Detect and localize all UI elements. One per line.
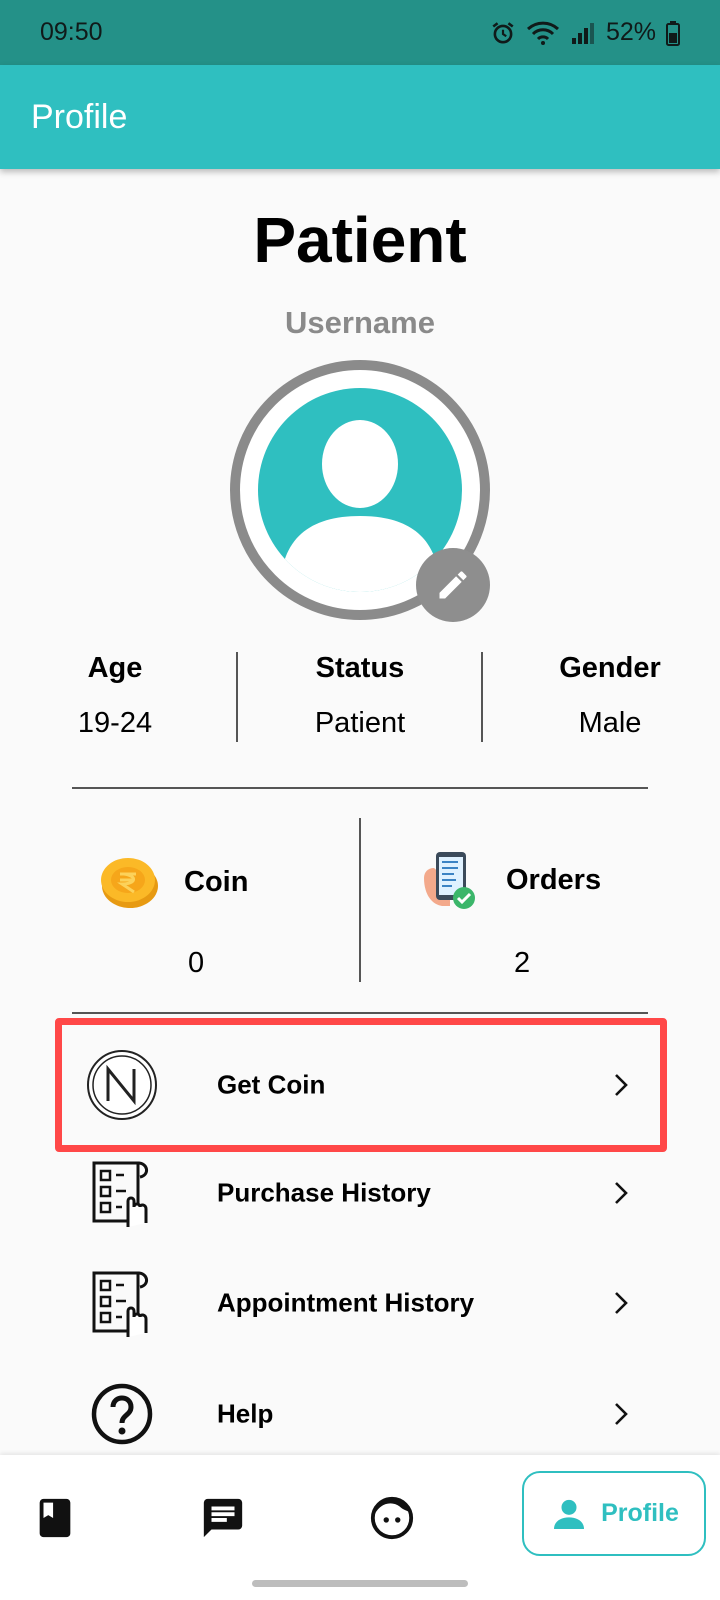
divider <box>72 1012 648 1014</box>
coin-icon <box>101 858 158 908</box>
chat-icon[interactable] <box>200 1495 246 1541</box>
gender-value: Male <box>578 707 642 739</box>
menu-item-purchase-history[interactable]: Purchase History <box>60 1143 660 1243</box>
edit-avatar-button[interactable] <box>416 548 490 622</box>
orders-label: Orders <box>506 863 602 896</box>
menu-label: Get Coin <box>217 1069 326 1100</box>
menu-label: Appointment History <box>217 1287 475 1318</box>
chevron-right-icon <box>615 1403 628 1425</box>
menu-label: Purchase History <box>217 1177 431 1208</box>
app-bar-title: Profile <box>31 97 128 136</box>
coin-label: Coin <box>184 865 249 898</box>
divider <box>481 652 483 742</box>
menu-item-get-coin[interactable]: Get Coin <box>60 1035 660 1135</box>
alarm-icon <box>492 21 514 44</box>
coin-stat[interactable]: Coin <box>98 852 248 912</box>
battery-icon <box>666 20 680 46</box>
status-icons: 52% <box>490 18 680 47</box>
status-info: Status Patient <box>280 652 440 740</box>
profile-title: Patient <box>253 204 467 276</box>
pencil-icon <box>439 571 467 599</box>
age-info: Age 19-24 <box>55 652 175 740</box>
username: Username <box>285 305 435 340</box>
chevron-right-icon <box>615 1292 628 1314</box>
coin-value: 0 <box>188 947 205 979</box>
orders-value: 2 <box>514 947 531 979</box>
face-icon[interactable] <box>369 1495 415 1541</box>
chevron-right-icon <box>615 1074 628 1096</box>
battery-percent: 52% <box>605 18 656 46</box>
gender-info: Gender Male <box>545 652 675 740</box>
chevron-right-icon <box>615 1182 628 1204</box>
status-value: Patient <box>314 707 406 739</box>
checklist-icon <box>92 1271 148 1337</box>
status-bar: 09:50 52% <box>0 0 720 65</box>
home-indicator <box>252 1580 468 1587</box>
orders-stat[interactable]: Orders <box>420 848 601 912</box>
help-icon <box>91 1383 153 1445</box>
avatar[interactable] <box>230 360 490 622</box>
status-time: 09:50 <box>40 18 103 46</box>
coin-logo-icon <box>87 1050 157 1120</box>
divider <box>359 818 361 982</box>
orders-icon <box>424 852 475 909</box>
nav-profile-tab[interactable]: Profile <box>522 1471 706 1556</box>
menu-item-help[interactable]: Help <box>60 1364 660 1464</box>
checklist-icon <box>92 1161 148 1227</box>
divider <box>236 652 238 742</box>
age-value: 19-24 <box>77 707 153 739</box>
app-bar: Profile <box>0 65 720 169</box>
book-icon[interactable] <box>32 1495 78 1541</box>
status-label: Status <box>315 652 405 684</box>
person-icon <box>554 1499 585 1529</box>
bottom-nav: Profile <box>0 1455 720 1600</box>
age-label: Age <box>87 652 143 684</box>
divider <box>72 787 648 789</box>
menu-label: Help <box>217 1398 274 1429</box>
gender-label: Gender <box>559 652 661 684</box>
menu-item-appointment-history[interactable]: Appointment History <box>60 1253 660 1353</box>
wifi-icon <box>526 21 559 45</box>
signal-icon <box>571 22 594 44</box>
nav-profile-label: Profile <box>601 1499 679 1527</box>
